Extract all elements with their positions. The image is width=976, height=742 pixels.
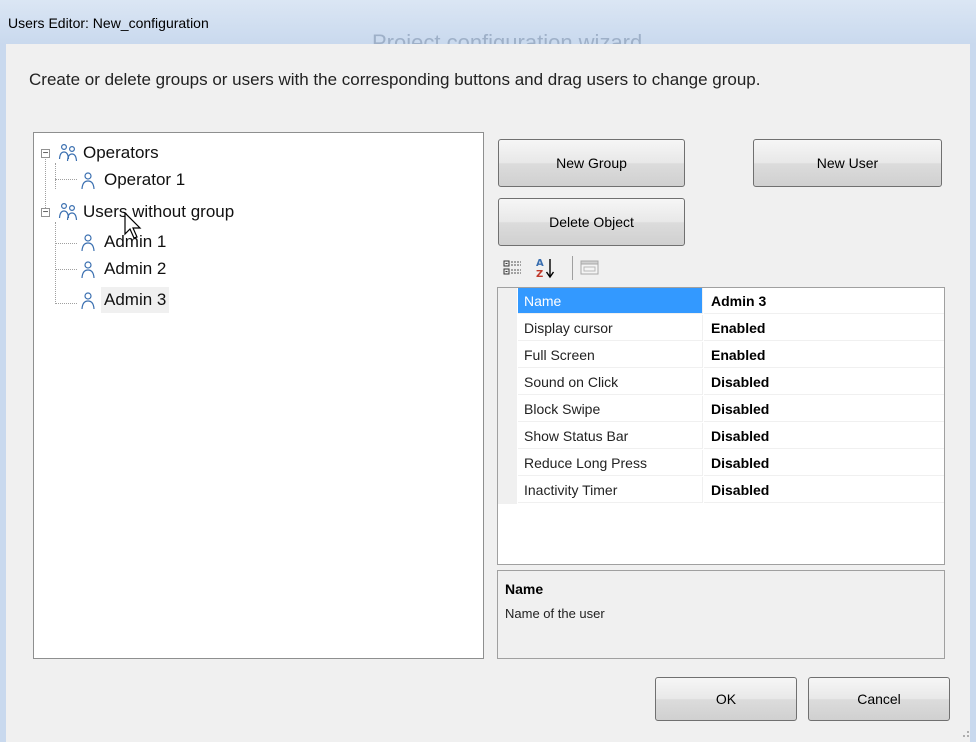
ok-button[interactable]: OK <box>655 677 797 721</box>
svg-text:Z: Z <box>536 269 543 280</box>
collapse-toggle[interactable]: − <box>41 208 50 218</box>
svg-text:A: A <box>536 258 544 269</box>
title-bar[interactable]: Users Editor: New_configuration Project … <box>0 0 976 44</box>
property-name: Inactivity Timer <box>518 477 703 503</box>
tree-user-label: Admin 3 <box>101 287 170 313</box>
property-row[interactable]: Name Admin 3 <box>498 288 944 315</box>
tree-user-admin-1[interactable]: Admin 1 <box>34 229 254 255</box>
tree-user-label: Operator 1 <box>104 170 186 189</box>
property-name: Block Swipe <box>518 396 703 422</box>
user-icon <box>81 234 95 252</box>
property-name: Show Status Bar <box>518 423 703 449</box>
new-user-button[interactable]: New User <box>753 139 942 187</box>
tree-group-label: Operators <box>83 143 159 162</box>
user-icon <box>81 261 95 279</box>
resize-grip-icon[interactable] <box>958 726 970 738</box>
property-row[interactable]: Display cursor Enabled <box>498 315 944 342</box>
tree-group-label: Users without group <box>83 202 235 221</box>
property-row[interactable]: Inactivity Timer Disabled <box>498 477 944 504</box>
user-icon <box>81 292 95 310</box>
new-group-button[interactable]: New Group <box>498 139 685 187</box>
collapse-toggle[interactable]: − <box>41 149 50 159</box>
mouse-cursor-icon <box>124 212 142 239</box>
group-icon <box>58 202 78 221</box>
tree-group-users-without-group[interactable]: − Users without group <box>34 199 314 225</box>
tree-user-label: Admin 2 <box>104 259 167 278</box>
user-icon <box>81 172 95 190</box>
tree-group-operators[interactable]: − Operators <box>34 140 234 166</box>
property-value[interactable]: Disabled <box>704 477 944 503</box>
categorized-view-icon[interactable] <box>503 258 523 278</box>
group-icon <box>58 143 78 162</box>
property-value[interactable]: Enabled <box>704 315 944 341</box>
tree-user-operator-1[interactable]: Operator 1 <box>34 167 254 193</box>
toolbar-separator <box>572 256 573 280</box>
property-row[interactable]: Sound on Click Disabled <box>498 369 944 396</box>
window-title: Users Editor: New_configuration <box>8 15 209 31</box>
sort-alphabetical-icon[interactable]: A Z <box>535 256 557 280</box>
property-value[interactable]: Disabled <box>704 423 944 449</box>
property-value[interactable]: Disabled <box>704 369 944 395</box>
property-value[interactable]: Disabled <box>704 450 944 476</box>
tree-user-admin-3[interactable]: Admin 3 <box>34 287 254 313</box>
property-value[interactable]: Enabled <box>704 342 944 368</box>
property-name: Full Screen <box>518 342 703 368</box>
property-value[interactable]: Admin 3 <box>704 288 944 314</box>
property-name: Display cursor <box>518 315 703 341</box>
property-grid[interactable]: Name Admin 3 Display cursor Enabled Full… <box>497 287 945 565</box>
property-value[interactable]: Disabled <box>704 396 944 422</box>
users-tree[interactable]: − Operators Operator 1 − Users without g… <box>33 132 484 659</box>
delete-object-button[interactable]: Delete Object <box>498 198 685 246</box>
tree-user-admin-2[interactable]: Admin 2 <box>34 256 254 282</box>
property-row[interactable]: Full Screen Enabled <box>498 342 944 369</box>
property-name: Sound on Click <box>518 369 703 395</box>
property-pages-icon[interactable] <box>580 259 600 277</box>
background-window-title: Project configuration wizard <box>372 30 643 44</box>
property-name: Name <box>518 288 703 314</box>
instructions-text: Create or delete groups or users with th… <box>29 70 761 89</box>
help-description: Name of the user <box>505 606 605 621</box>
help-title: Name <box>505 581 544 597</box>
property-row[interactable]: Show Status Bar Disabled <box>498 423 944 450</box>
property-row[interactable]: Block Swipe Disabled <box>498 396 944 423</box>
property-help-pane: Name Name of the user <box>497 570 945 659</box>
property-row[interactable]: Reduce Long Press Disabled <box>498 450 944 477</box>
cancel-button[interactable]: Cancel <box>808 677 950 721</box>
property-name: Reduce Long Press <box>518 450 703 476</box>
